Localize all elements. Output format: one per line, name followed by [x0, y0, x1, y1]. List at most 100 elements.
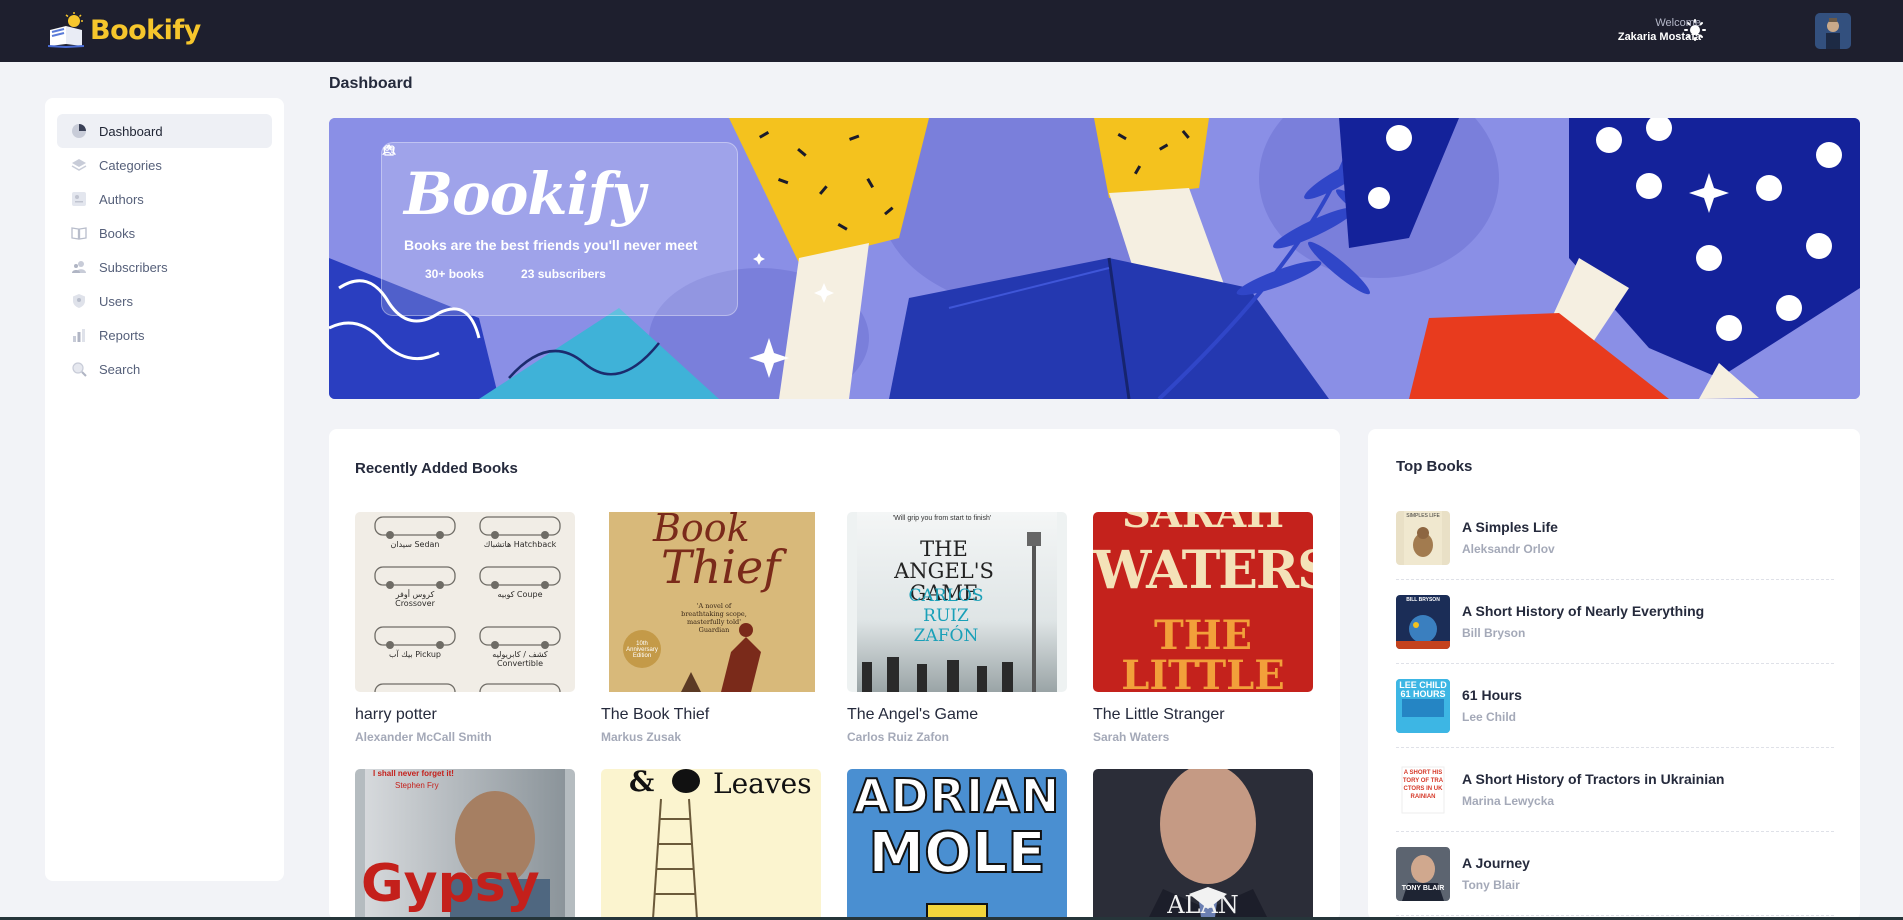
sidebar-item-reports[interactable]: Reports: [57, 318, 272, 352]
list-item[interactable]: LEE CHILD 61 HOURS 61 Hours Lee Child: [1396, 664, 1834, 748]
book-title[interactable]: A Short History of Tractors in Ukrainian: [1462, 771, 1724, 787]
hero-card: Bookify Books are the best friends you'l…: [381, 142, 738, 316]
sidebar-item-label: Authors: [99, 191, 144, 207]
book-card[interactable]: ALAN: [1093, 769, 1313, 920]
cover-text: بيك آب Pickup: [388, 650, 442, 659]
welcome-label: Welcome: [1655, 17, 1701, 29]
book-card[interactable]: Book Thief 'A novel of breathtaking scop…: [601, 512, 821, 744]
cover-text: سيدان Sedan: [390, 540, 440, 549]
layers-icon: [71, 157, 87, 173]
book-thumbnail[interactable]: SIMPLES LIFE: [1396, 510, 1450, 565]
book-cover[interactable]: ALAN: [1093, 769, 1313, 920]
sidebar-item-label: Search: [99, 361, 141, 377]
sidebar-item-users[interactable]: Users: [57, 284, 272, 318]
book-author: Tony Blair: [1462, 878, 1520, 892]
list-item[interactable]: SIMPLES LIFE A Simples Life Aleksandr Or…: [1396, 496, 1834, 580]
sidebar-item-books[interactable]: Books: [57, 216, 272, 250]
cover-text: SARAH: [1122, 512, 1284, 537]
subscribers-icon: [71, 259, 87, 275]
authors-icon: [71, 191, 87, 207]
page-title: Dashboard: [329, 75, 413, 92]
sidebar: Dashboard Categories Authors Books Subsc…: [45, 98, 284, 881]
book-card[interactable]: 'Will grip you from start to finish' THE…: [847, 512, 1067, 744]
book-card[interactable]: & Leaves: [601, 769, 821, 920]
book-cover[interactable]: ADRIAN MOLE: [847, 769, 1067, 920]
people-icon: [382, 145, 514, 281]
cover-text: Stephen Fry: [395, 781, 439, 790]
subscribers-stat-text: 23 subscribers: [521, 267, 606, 281]
book-title[interactable]: A Simples Life: [1462, 519, 1558, 535]
thumb-text: A SHORT HISTORY OF TRACTORS IN UKRAINIAN: [1402, 769, 1444, 800]
brand-name: Bookify: [90, 14, 201, 46]
book-cover[interactable]: 'Will grip you from start to finish' THE…: [847, 512, 1067, 692]
hero-banner: Bookify Books are the best friends you'l…: [329, 118, 1860, 399]
book-cover[interactable]: Book Thief 'A novel of breathtaking scop…: [601, 512, 821, 692]
basket-icon: [383, 143, 418, 281]
book-thumbnail[interactable]: TONY BLAIR: [1396, 846, 1450, 901]
book-info: A Simples Life Aleksandr Orlov: [1462, 519, 1558, 556]
brand-logo[interactable]: Bookify: [46, 12, 201, 48]
books-stat: 30+ books: [383, 143, 485, 281]
bar-chart-icon: [71, 327, 87, 343]
sidebar-item-authors[interactable]: Authors: [57, 182, 272, 216]
pie-chart-icon: [71, 123, 87, 139]
book-author: Marina Lewycka: [1462, 794, 1555, 808]
hero-brand: Bookify: [404, 160, 645, 228]
book-card[interactable]: SARAH WATERS THE LITTLE The Little Stran…: [1093, 512, 1313, 744]
cover-text: ALAN: [1167, 891, 1239, 919]
book-cover[interactable]: I shall never forget it! Stephen Fry Gyp…: [355, 769, 575, 920]
book-card[interactable]: سيدان Sedan هاتشباك Hatchback كروس أوفر …: [355, 512, 575, 744]
book-info: A Short History of Tractors in Ukrainian…: [1462, 771, 1724, 808]
thumb-text: LEE CHILD 61 HOURS: [1399, 679, 1447, 699]
recent-books-title: Recently Added Books: [355, 460, 518, 477]
book-title[interactable]: The Angel's Game: [847, 706, 1067, 724]
thumb-text: TONY BLAIR: [1401, 884, 1445, 892]
book-info: 61 Hours Lee Child: [1462, 687, 1522, 724]
book-info: A Journey Tony Blair: [1462, 855, 1530, 892]
avatar[interactable]: [1815, 13, 1851, 49]
sidebar-item-categories[interactable]: Categories: [57, 148, 272, 182]
book-card[interactable]: I shall never forget it! Stephen Fry Gyp…: [355, 769, 575, 920]
user-name: Zakaria Mostafa: [1617, 31, 1701, 43]
cover-text: Gypsy: [361, 854, 540, 914]
list-item[interactable]: A SHORT HISTORY OF TRACTORS IN UKRAINIAN…: [1396, 748, 1834, 832]
book-author: Carlos Ruiz Zafon: [847, 730, 950, 744]
cover-text: THE LITTLE: [1121, 612, 1285, 693]
book-title[interactable]: A Journey: [1462, 855, 1530, 871]
top-books-title: Top Books: [1396, 458, 1473, 475]
book-title[interactable]: The Book Thief: [601, 706, 821, 724]
book-cover[interactable]: & Leaves: [601, 769, 821, 920]
book-card[interactable]: ADRIAN MOLE: [847, 769, 1067, 920]
cover-text: كروس أوفر Crossover: [395, 590, 435, 608]
list-item[interactable]: TONY BLAIR A Journey Tony Blair: [1396, 832, 1834, 916]
top-books-panel: Top Books SIMPLES LIFE A Simples Life Al…: [1368, 429, 1860, 920]
book-thumbnail[interactable]: LEE CHILD 61 HOURS: [1396, 678, 1450, 733]
sidebar-item-label: Reports: [99, 327, 145, 343]
book-author: Lee Child: [1462, 710, 1517, 724]
book-author: Sarah Waters: [1093, 730, 1170, 744]
sidebar-item-subscribers[interactable]: Subscribers: [57, 250, 272, 284]
book-title[interactable]: A Short History of Nearly Everything: [1462, 603, 1704, 619]
book-author: Bill Bryson: [1462, 626, 1526, 640]
cover-text: I shall never forget it!: [373, 769, 454, 778]
book-cover[interactable]: SARAH WATERS THE LITTLE: [1093, 512, 1313, 692]
book-author: Aleksandr Orlov: [1462, 542, 1555, 556]
cover-text: كشف / كابريوليه Convertible: [492, 650, 548, 668]
hero-stats: 30+ books 23 subscribers: [382, 143, 715, 281]
recent-books-panel: Recently Added Books سيدان Sedan هاتشباك…: [329, 429, 1340, 920]
books-stat-text: 30+ books: [425, 267, 485, 281]
book-thumbnail[interactable]: A SHORT HISTORY OF TRACTORS IN UKRAINIAN: [1396, 762, 1450, 817]
book-title[interactable]: 61 Hours: [1462, 687, 1522, 703]
book-title[interactable]: harry potter: [355, 706, 575, 724]
sidebar-item-dashboard[interactable]: Dashboard: [57, 114, 272, 148]
list-item[interactable]: BILL BRYSON A Short History of Nearly Ev…: [1396, 580, 1834, 664]
top-navbar: Bookify Welcome Zakaria Mostafa: [0, 0, 1903, 62]
hero-tagline: Books are the best friends you'll never …: [404, 237, 698, 253]
book-title[interactable]: The Little Stranger: [1093, 706, 1313, 724]
users-icon: [71, 293, 87, 309]
book-cover[interactable]: سيدان Sedan هاتشباك Hatchback كروس أوفر …: [355, 512, 575, 692]
sidebar-item-label: Books: [99, 225, 136, 241]
book-thumbnail[interactable]: BILL BRYSON: [1396, 594, 1450, 649]
subscribers-stat: 23 subscribers: [382, 145, 606, 281]
sidebar-item-search[interactable]: Search: [57, 352, 272, 386]
